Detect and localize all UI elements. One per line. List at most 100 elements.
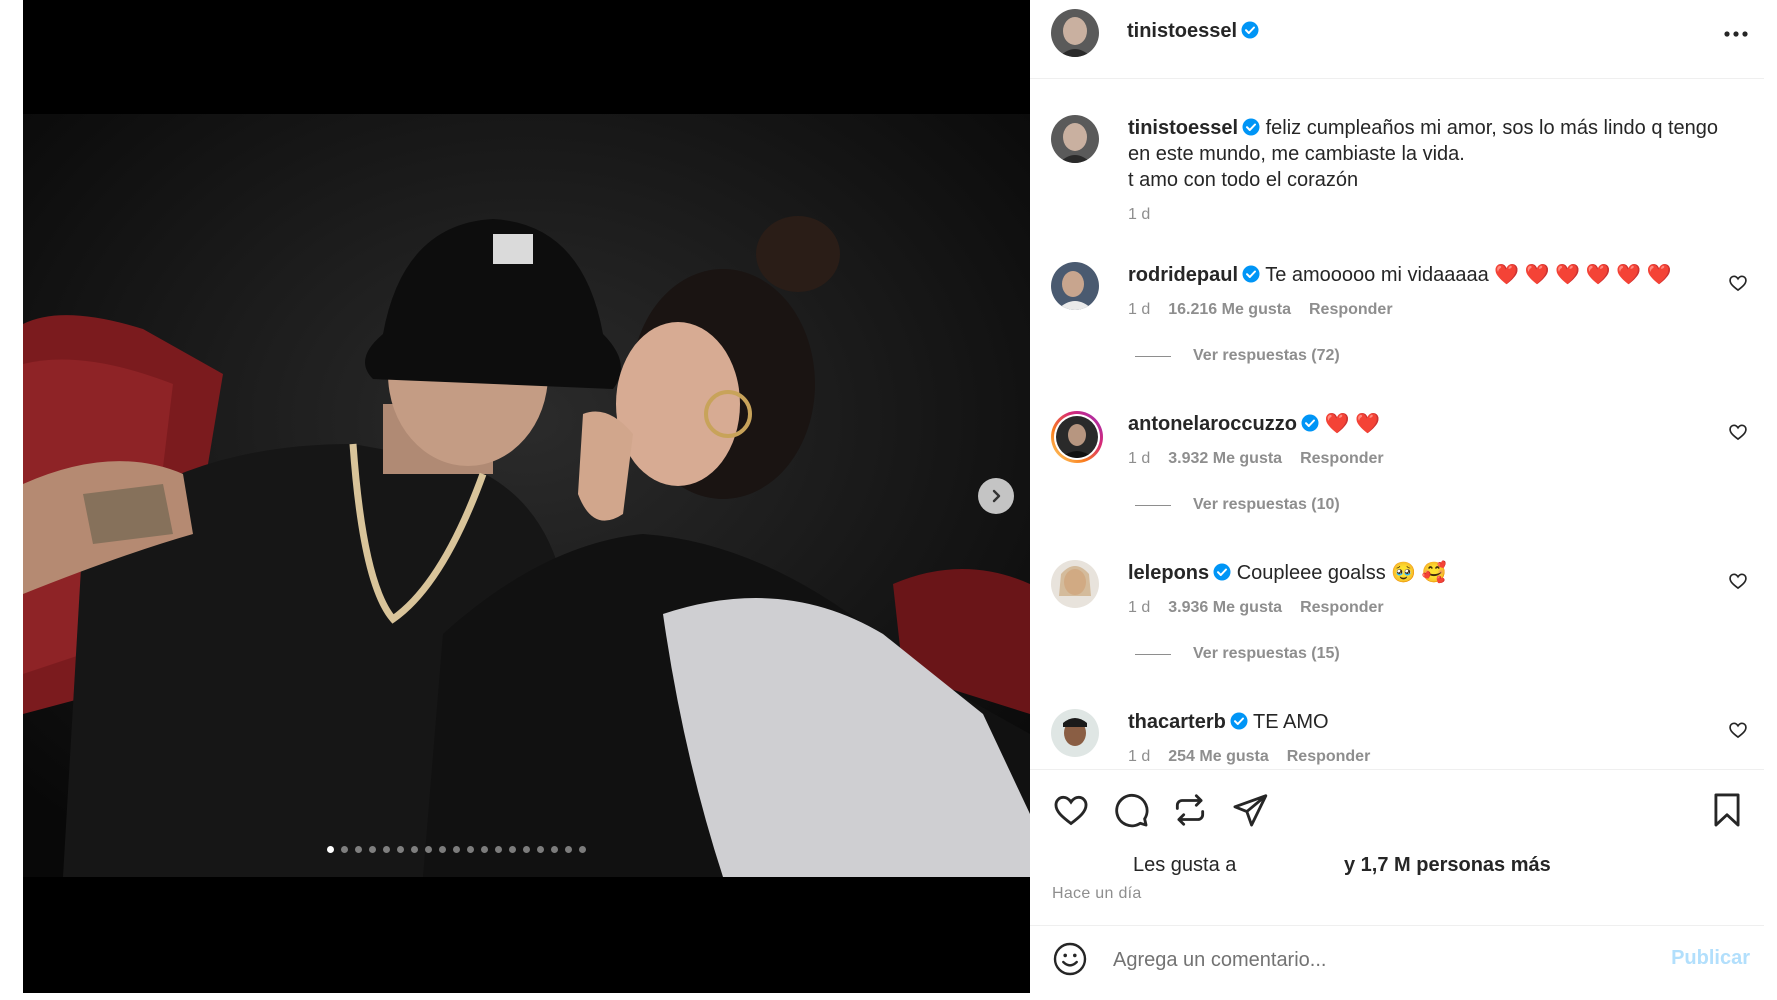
- carousel-dot: [565, 846, 572, 853]
- commenter-avatar[interactable]: [1051, 560, 1099, 608]
- options-button[interactable]: [1720, 18, 1752, 50]
- carousel-dot: [551, 846, 558, 853]
- post-details-panel: tinistoessel tinistoessel feliz cumpleañ…: [1030, 0, 1764, 993]
- comment-text: ❤️ ❤️: [1324, 413, 1380, 435]
- comment-text-row: antonelaroccuzzo ❤️ ❤️: [1128, 411, 1380, 437]
- view-replies-label[interactable]: Ver respuestas (72): [1193, 347, 1340, 365]
- emoji-icon[interactable]: [1052, 941, 1088, 977]
- comment-text-row: rodridepaul Te amooooo mi vidaaaaa ❤️ ❤️…: [1128, 262, 1671, 288]
- comment-username[interactable]: rodridepaul: [1128, 264, 1238, 286]
- liked-by-prefix: Les gusta a: [1133, 854, 1237, 876]
- comment-input[interactable]: [1113, 945, 1633, 975]
- replies-divider: [1135, 653, 1171, 655]
- comment-time[interactable]: 1 d: [1128, 301, 1150, 318]
- comment-like-heart-icon[interactable]: [1728, 422, 1748, 442]
- carousel-dot: [411, 846, 418, 853]
- likes-summary-prefix: Les gusta a: [1133, 854, 1236, 877]
- comment-text-row: lelepons Coupleee goalss 🥹 🥰: [1128, 560, 1447, 586]
- verified-badge-icon: [1242, 118, 1260, 136]
- comment-composer: Publicar: [1030, 926, 1764, 993]
- comment-username[interactable]: thacarterb: [1128, 711, 1226, 733]
- comment-text: TE AMO: [1253, 711, 1329, 733]
- comment-meta: 1 d 16.216 Me gusta Responder: [1128, 301, 1411, 319]
- author-avatar[interactable]: [1051, 9, 1099, 57]
- carousel-dot: [425, 846, 432, 853]
- replies-divider: [1135, 504, 1171, 506]
- post-photo: [23, 114, 1030, 877]
- comment-likes[interactable]: 16.216 Me gusta: [1168, 301, 1291, 318]
- carousel-dot: [383, 846, 390, 853]
- verified-badge-icon: [1230, 712, 1248, 730]
- comment-time[interactable]: 1 d: [1128, 450, 1150, 467]
- carousel-dot: [397, 846, 404, 853]
- carousel-dot: [495, 846, 502, 853]
- comments-list: tinistoessel feliz cumpleaños mi amor, s…: [1030, 79, 1764, 769]
- comment-text-row: thacarterb TE AMO: [1128, 709, 1329, 735]
- carousel-dot: [537, 846, 544, 853]
- view-replies-label[interactable]: Ver respuestas (10): [1193, 496, 1340, 514]
- comment-likes[interactable]: 254 Me gusta: [1168, 748, 1268, 765]
- comment-meta: 1 d 3.932 Me gusta Responder: [1128, 450, 1402, 468]
- carousel-dot: [369, 846, 376, 853]
- comment-likes[interactable]: 3.932 Me gusta: [1168, 450, 1282, 467]
- commenter-avatar[interactable]: [1051, 709, 1099, 757]
- comment-username[interactable]: antonelaroccuzzo: [1128, 413, 1297, 435]
- liked-by-count[interactable]: y 1,7 M personas más: [1344, 854, 1551, 876]
- view-replies-button[interactable]: Ver respuestas (72): [1135, 347, 1340, 365]
- reply-button[interactable]: Responder: [1300, 450, 1384, 467]
- comment-time[interactable]: 1 d: [1128, 748, 1150, 765]
- likes-summary-count[interactable]: y 1,7 M personas más: [1344, 854, 1551, 877]
- caption-meta: 1 d: [1128, 206, 1168, 224]
- comment-like-heart-icon[interactable]: [1728, 273, 1748, 293]
- caption-avatar[interactable]: [1051, 115, 1099, 163]
- post-header: tinistoessel: [1030, 0, 1764, 79]
- reply-button[interactable]: Responder: [1300, 599, 1384, 616]
- window-edge: [1764, 0, 1777, 1000]
- comment-like-heart-icon[interactable]: [1728, 720, 1748, 740]
- view-replies-label[interactable]: Ver respuestas (15): [1193, 645, 1340, 663]
- post-actions: Les gusta a y 1,7 M personas más Hace un…: [1030, 769, 1764, 926]
- caption-time[interactable]: 1 d: [1128, 206, 1150, 223]
- verified-badge-icon: [1241, 21, 1259, 39]
- more-horizontal-icon: [1724, 31, 1748, 37]
- commenter-avatar[interactable]: [1051, 262, 1099, 310]
- caption-username[interactable]: tinistoessel: [1128, 117, 1238, 139]
- comment-icon[interactable]: [1112, 791, 1150, 829]
- photo-illustration: [23, 114, 1030, 877]
- author-username[interactable]: tinistoessel: [1127, 20, 1237, 42]
- carousel-dot: [523, 846, 530, 853]
- view-replies-button[interactable]: Ver respuestas (15): [1135, 645, 1340, 663]
- carousel-indicator: [23, 846, 1030, 853]
- caption-text: tinistoessel feliz cumpleaños mi amor, s…: [1128, 115, 1748, 193]
- comment-likes[interactable]: 3.936 Me gusta: [1168, 599, 1282, 616]
- verified-badge-icon: [1301, 414, 1319, 432]
- comment-meta: 1 d 254 Me gusta Responder: [1128, 748, 1388, 766]
- comment-time[interactable]: 1 d: [1128, 599, 1150, 616]
- post-timestamp[interactable]: Hace un día: [1052, 885, 1142, 903]
- bookmark-icon[interactable]: [1708, 791, 1746, 829]
- view-replies-button[interactable]: Ver respuestas (10): [1135, 496, 1340, 514]
- carousel-dot: [439, 846, 446, 853]
- carousel-dot: [579, 846, 586, 853]
- publish-button[interactable]: Publicar: [1671, 947, 1750, 970]
- heart-icon[interactable]: [1052, 791, 1090, 829]
- caption-line: en este mundo, me cambiaste la vida.: [1128, 143, 1465, 165]
- reply-button[interactable]: Responder: [1287, 748, 1371, 765]
- share-icon[interactable]: [1231, 791, 1269, 829]
- verified-badge-icon: [1213, 563, 1231, 581]
- caption-line: feliz cumpleaños mi amor, sos lo más lin…: [1265, 117, 1719, 139]
- caption-line: t amo con todo el corazón: [1128, 169, 1359, 191]
- comment-meta: 1 d 3.936 Me gusta Responder: [1128, 599, 1402, 617]
- repost-icon[interactable]: [1171, 791, 1209, 829]
- carousel-dot: [481, 846, 488, 853]
- comment-like-heart-icon[interactable]: [1728, 571, 1748, 591]
- commenter-avatar-story-ring[interactable]: [1051, 411, 1103, 463]
- comment-username[interactable]: lelepons: [1128, 562, 1209, 584]
- carousel-dot: [467, 846, 474, 853]
- next-slide-button[interactable]: [978, 478, 1014, 514]
- carousel-dot: [453, 846, 460, 853]
- reply-button[interactable]: Responder: [1309, 301, 1393, 318]
- post-media: [23, 0, 1030, 993]
- verified-badge-icon: [1242, 265, 1260, 283]
- chevron-right-icon: [992, 489, 1001, 503]
